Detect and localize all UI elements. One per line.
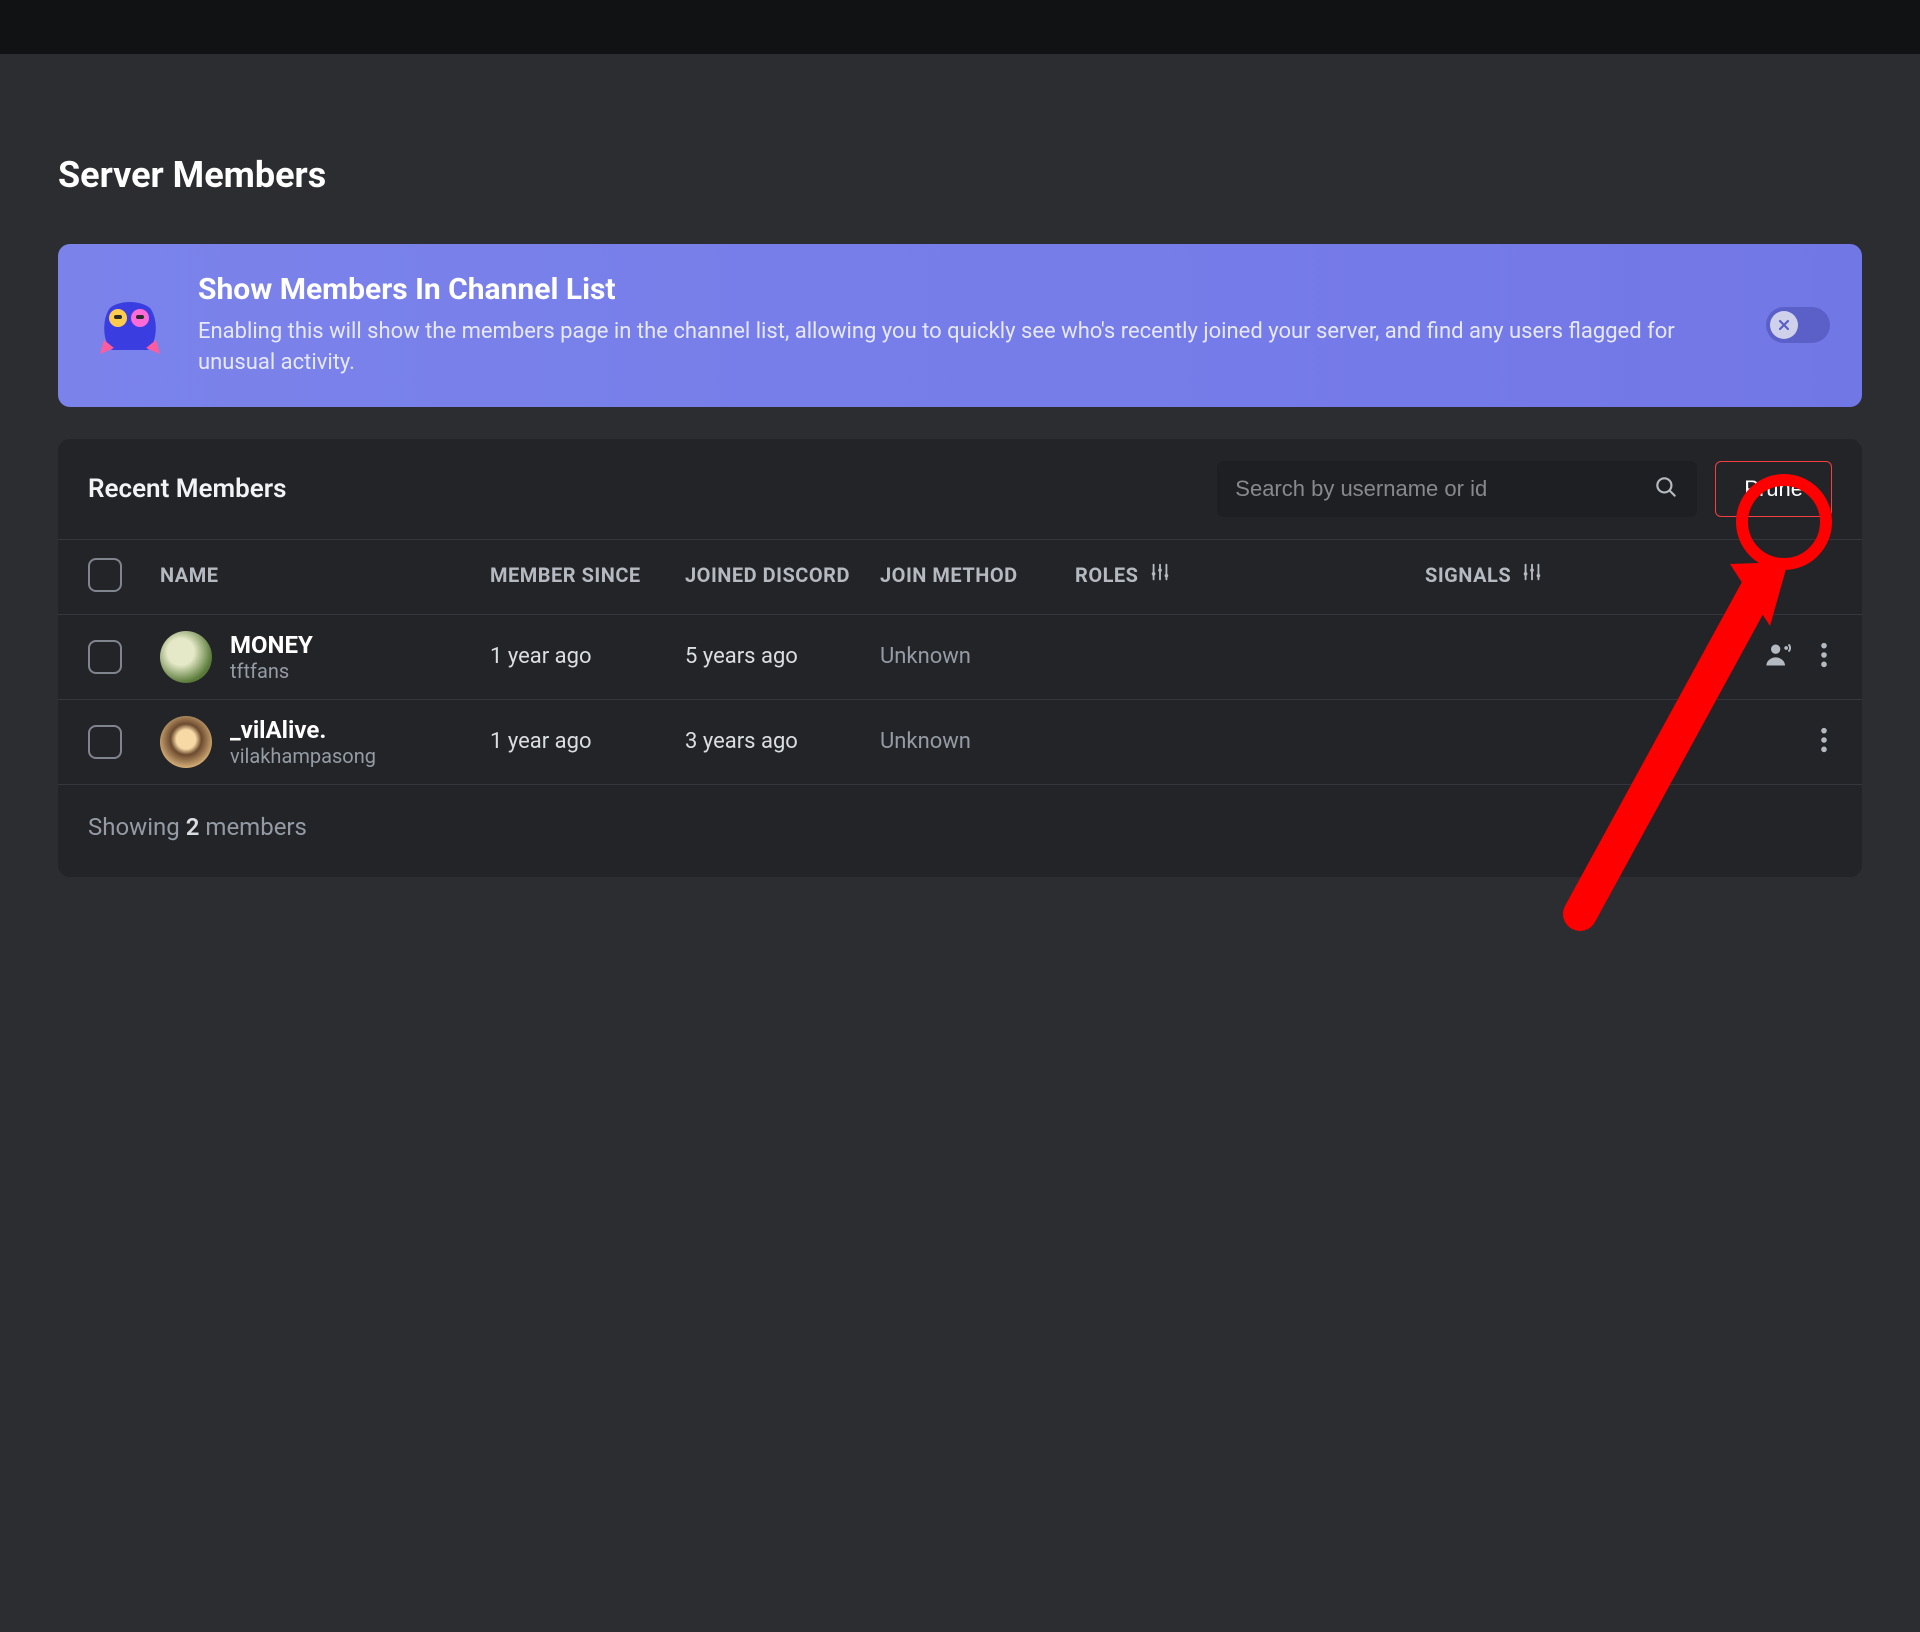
show-members-toggle[interactable] [1766, 307, 1830, 343]
column-header-name[interactable]: NAME [160, 563, 490, 587]
recent-members-panel: Recent Members Prune NAME MEMBER SINCE J… [58, 439, 1862, 877]
column-header-joined-discord[interactable]: JOINED DISCORD [685, 563, 880, 587]
footer-suffix: members [199, 813, 307, 841]
top-bar [0, 0, 1920, 54]
footer-count: 2 [186, 813, 200, 841]
row-select-checkbox[interactable] [88, 725, 122, 759]
members-table-header: NAME MEMBER SINCE JOINED DISCORD JOIN ME… [58, 539, 1862, 614]
column-header-member-since[interactable]: MEMBER SINCE [490, 563, 685, 587]
banner-description: Enabling this will show the members page… [198, 317, 1738, 379]
member-since-value: 1 year ago [490, 644, 685, 669]
members-count-footer: Showing 2 members [58, 784, 1862, 877]
member-search[interactable] [1217, 461, 1697, 517]
column-header-roles-label: ROLES [1075, 563, 1139, 587]
member-row[interactable]: _vilAlive. vilakhampasong 1 year ago 3 y… [58, 699, 1862, 784]
row-more-button[interactable] [1816, 637, 1832, 677]
column-header-signals-label: SIGNALS [1425, 563, 1511, 587]
show-members-banner: Show Members In Channel List Enabling th… [58, 244, 1862, 407]
person-signal-icon [1764, 641, 1792, 673]
joined-discord-value: 5 years ago [685, 644, 880, 669]
filter-icon [1521, 561, 1543, 588]
page-title: Server Members [58, 154, 1862, 196]
row-select-checkbox[interactable] [88, 640, 122, 674]
banner-title: Show Members In Channel List [198, 272, 1738, 307]
column-header-roles[interactable]: ROLES [1075, 561, 1425, 588]
footer-prefix: Showing [88, 813, 186, 841]
select-all-checkbox[interactable] [88, 558, 122, 592]
member-username: vilakhampasong [230, 744, 376, 768]
member-search-input[interactable] [1235, 476, 1653, 502]
joined-discord-value: 3 years ago [685, 729, 880, 754]
column-header-signals[interactable]: SIGNALS [1425, 561, 1832, 588]
join-method-value: Unknown [880, 644, 1075, 669]
search-icon [1653, 474, 1679, 504]
member-username: tftfans [230, 659, 313, 683]
member-display-name: _vilAlive. [230, 716, 376, 744]
panel-title: Recent Members [88, 474, 1217, 504]
avatar[interactable] [160, 716, 212, 768]
banner-illustration-icon [90, 290, 170, 360]
filter-icon [1149, 561, 1171, 588]
row-more-button[interactable] [1816, 722, 1832, 762]
column-header-join-method[interactable]: JOIN METHOD [880, 563, 1075, 587]
member-row[interactable]: MONEY tftfans 1 year ago 5 years ago Unk… [58, 614, 1862, 699]
prune-button[interactable]: Prune [1715, 461, 1832, 517]
join-method-value: Unknown [880, 729, 1075, 754]
member-display-name: MONEY [230, 631, 313, 659]
avatar[interactable] [160, 631, 212, 683]
member-since-value: 1 year ago [490, 729, 685, 754]
